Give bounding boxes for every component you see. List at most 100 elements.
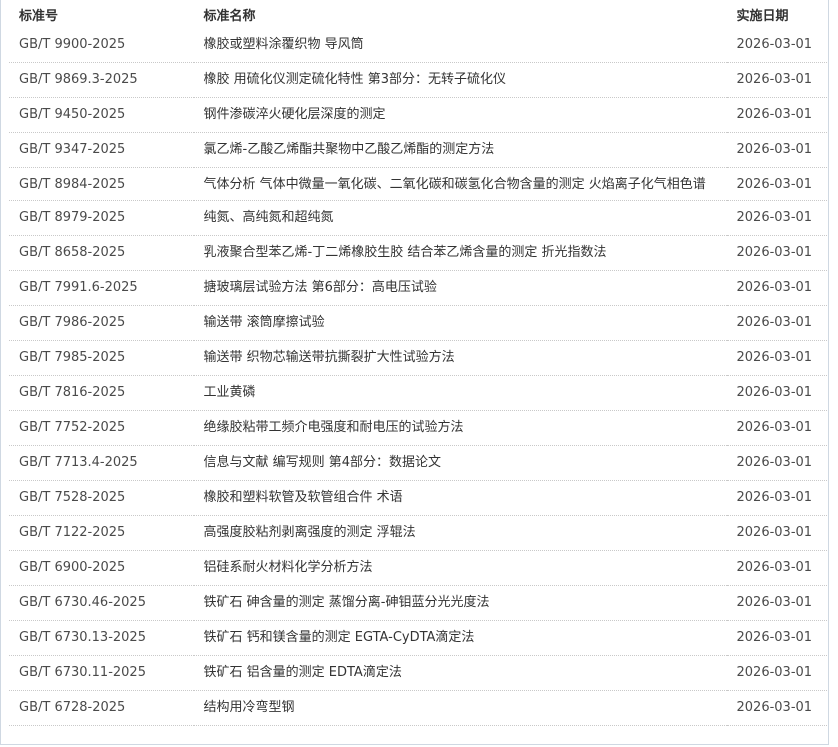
standard-number[interactable]: GB/T 6730.46-2025 [9,585,194,621]
standard-name-text[interactable]: 橡胶 用硫化仪测定硫化特性 第3部分：无转子硫化仪 [204,68,719,92]
standard-name-text[interactable]: 橡胶和塑料软管及软管组合件 术语 [204,486,719,510]
table-body: GB/T 9900-2025 橡胶或塑料涂覆织物 导风筒 2026-03-01 … [9,28,828,726]
standard-name[interactable]: 纯氮、高纯氮和超纯氮 [193,200,727,236]
standard-name[interactable]: 铝硅系耐火材料化学分析方法 [193,550,727,586]
standard-name-text[interactable]: 输送带 织物芯输送带抗撕裂扩大性试验方法 [204,346,719,370]
standard-number[interactable]: GB/T 7752-2025 [9,410,194,446]
standard-name-text[interactable]: 输送带 滚筒摩擦试验 [204,311,719,335]
table-row[interactable]: GB/T 6730.46-2025 铁矿石 砷含量的测定 蒸馏分离-砷钼蓝分光光… [9,585,828,621]
standard-name[interactable]: 气体分析 气体中微量一氧化碳、二氧化碳和碳氢化合物含量的测定 火焰离子化气相色谱 [193,167,727,201]
standard-number[interactable]: GB/T 7816-2025 [9,375,194,411]
implementation-date: 2026-03-01 [726,515,828,551]
implementation-date: 2026-03-01 [726,167,828,201]
standard-number[interactable]: GB/T 8658-2025 [9,235,194,271]
standard-number[interactable]: GB/T 7528-2025 [9,480,194,516]
standard-name-text[interactable]: 钢件渗碳淬火硬化层深度的测定 [204,103,719,127]
standard-name-text[interactable]: 铁矿石 铝含量的测定 EDTA滴定法 [204,661,719,685]
standard-name[interactable]: 搪玻璃层试验方法 第6部分：高电压试验 [193,270,727,306]
table-row[interactable]: GB/T 9869.3-2025 橡胶 用硫化仪测定硫化特性 第3部分：无转子硫… [9,62,828,98]
standard-number[interactable]: GB/T 6900-2025 [9,550,194,586]
table-row[interactable]: GB/T 6730.13-2025 铁矿石 钙和镁含量的测定 EGTA-CyDT… [9,620,828,656]
standard-name[interactable]: 氯乙烯-乙酸乙烯酯共聚物中乙酸乙烯酯的测定方法 [193,132,727,168]
table-row[interactable]: GB/T 7528-2025 橡胶和塑料软管及软管组合件 术语 2026-03-… [9,480,828,516]
table-row[interactable]: GB/T 9347-2025 氯乙烯-乙酸乙烯酯共聚物中乙酸乙烯酯的测定方法 2… [9,132,828,168]
table-row[interactable]: GB/T 7752-2025 绝缘胶粘带工频介电强度和耐电压的试验方法 2026… [9,410,828,446]
table-row[interactable]: GB/T 7816-2025 工业黄磷 2026-03-01 [9,375,828,411]
standard-name[interactable]: 铁矿石 铝含量的测定 EDTA滴定法 [193,655,727,691]
standard-name-text[interactable]: 高强度胶粘剂剥离强度的测定 浮辊法 [204,521,719,545]
standard-name[interactable]: 信息与文献 编写规则 第4部分：数据论文 [193,445,727,481]
standard-name-text[interactable]: 结构用冷弯型钢 [204,696,719,720]
standard-name-text[interactable]: 气体分析 气体中微量一氧化碳、二氧化碳和碳氢化合物含量的测定 火焰离子化气相色谱 [204,173,719,197]
standard-name[interactable]: 钢件渗碳淬火硬化层深度的测定 [193,97,727,133]
standard-name[interactable]: 橡胶 用硫化仪测定硫化特性 第3部分：无转子硫化仪 [193,62,727,98]
table-row[interactable]: GB/T 7713.4-2025 信息与文献 编写规则 第4部分：数据论文 20… [9,445,828,481]
table-row[interactable]: GB/T 6900-2025 铝硅系耐火材料化学分析方法 2026-03-01 [9,550,828,586]
table-row[interactable]: GB/T 6730.11-2025 铁矿石 铝含量的测定 EDTA滴定法 202… [9,655,828,691]
standard-number[interactable]: GB/T 8984-2025 [9,167,194,201]
table-row[interactable]: GB/T 8658-2025 乳液聚合型苯乙烯-丁二烯橡胶生胶 结合苯乙烯含量的… [9,235,828,271]
standard-number[interactable]: GB/T 6728-2025 [9,690,194,726]
standard-number[interactable]: GB/T 7122-2025 [9,515,194,551]
header-standard-number: 标准号 [19,8,59,24]
table-row[interactable]: GB/T 9900-2025 橡胶或塑料涂覆织物 导风筒 2026-03-01 [9,28,828,63]
standard-name[interactable]: 绝缘胶粘带工频介电强度和耐电压的试验方法 [193,410,727,446]
standard-number[interactable]: GB/T 7986-2025 [9,305,194,341]
implementation-date: 2026-03-01 [726,655,828,691]
standard-name-text[interactable]: 铁矿石 钙和镁含量的测定 EGTA-CyDTA滴定法 [204,626,719,650]
implementation-date: 2026-03-01 [726,585,828,621]
implementation-date: 2026-03-01 [726,305,828,341]
implementation-date: 2026-03-01 [726,410,828,446]
standards-table: 标准号 标准名称 实施日期 GB/T 9900-2025 橡胶或塑料涂覆织物 导… [9,0,828,726]
standard-name[interactable]: 输送带 滚筒摩擦试验 [193,305,727,341]
standard-name-text[interactable]: 铝硅系耐火材料化学分析方法 [204,556,719,580]
standard-number[interactable]: GB/T 9869.3-2025 [9,62,194,98]
implementation-date: 2026-03-01 [726,270,828,306]
table-row[interactable]: GB/T 7986-2025 输送带 滚筒摩擦试验 2026-03-01 [9,305,828,341]
implementation-date: 2026-03-01 [726,62,828,98]
table-row[interactable]: GB/T 8979-2025 纯氮、高纯氮和超纯氮 2026-03-01 [9,200,828,236]
standard-name[interactable]: 铁矿石 砷含量的测定 蒸馏分离-砷钼蓝分光光度法 [193,585,727,621]
table-row[interactable]: GB/T 6728-2025 结构用冷弯型钢 2026-03-01 [9,690,828,726]
standard-number[interactable]: GB/T 7713.4-2025 [9,445,194,481]
standard-number[interactable]: GB/T 9450-2025 [9,97,194,133]
standard-name[interactable]: 乳液聚合型苯乙烯-丁二烯橡胶生胶 结合苯乙烯含量的测定 折光指数法 [193,235,727,271]
standard-name-text[interactable]: 纯氮、高纯氮和超纯氮 [204,206,719,230]
implementation-date: 2026-03-01 [726,445,828,481]
implementation-date: 2026-03-01 [726,375,828,411]
standard-name-text[interactable]: 绝缘胶粘带工频介电强度和耐电压的试验方法 [204,416,719,440]
table-row[interactable]: GB/T 7122-2025 高强度胶粘剂剥离强度的测定 浮辊法 2026-03… [9,515,828,551]
header-implementation-date: 实施日期 [736,8,789,24]
standard-name[interactable]: 橡胶或塑料涂覆织物 导风筒 [193,28,727,63]
table-row[interactable]: GB/T 7985-2025 输送带 织物芯输送带抗撕裂扩大性试验方法 2026… [9,340,828,376]
standard-name[interactable]: 工业黄磷 [193,375,727,411]
standard-name-text[interactable]: 乳液聚合型苯乙烯-丁二烯橡胶生胶 结合苯乙烯含量的测定 折光指数法 [204,241,719,265]
header-standard-name: 标准名称 [203,8,256,24]
standard-name-text[interactable]: 搪玻璃层试验方法 第6部分：高电压试验 [204,276,719,300]
standard-number[interactable]: GB/T 9900-2025 [9,28,194,63]
table-row[interactable]: GB/T 7991.6-2025 搪玻璃层试验方法 第6部分：高电压试验 202… [9,270,828,306]
standard-number[interactable]: GB/T 7991.6-2025 [9,270,194,306]
table-row[interactable]: GB/T 8984-2025 气体分析 气体中微量一氧化碳、二氧化碳和碳氢化合物… [9,167,828,201]
standard-name[interactable]: 橡胶和塑料软管及软管组合件 术语 [193,480,727,516]
implementation-date: 2026-03-01 [726,340,828,376]
standard-number[interactable]: GB/T 6730.13-2025 [9,620,194,656]
standard-number[interactable]: GB/T 9347-2025 [9,132,194,168]
table-row[interactable]: GB/T 9450-2025 钢件渗碳淬火硬化层深度的测定 2026-03-01 [9,97,828,133]
standard-name[interactable]: 结构用冷弯型钢 [193,690,727,726]
standard-name-text[interactable]: 信息与文献 编写规则 第4部分：数据论文 [204,451,719,475]
standard-number[interactable]: GB/T 7985-2025 [9,340,194,376]
standard-name-text[interactable]: 橡胶或塑料涂覆织物 导风筒 [204,33,719,57]
standard-name[interactable]: 高强度胶粘剂剥离强度的测定 浮辊法 [193,515,727,551]
standard-name-text[interactable]: 氯乙烯-乙酸乙烯酯共聚物中乙酸乙烯酯的测定方法 [204,138,719,162]
standard-name[interactable]: 输送带 织物芯输送带抗撕裂扩大性试验方法 [193,340,727,376]
standard-name[interactable]: 铁矿石 钙和镁含量的测定 EGTA-CyDTA滴定法 [193,620,727,656]
standard-number[interactable]: GB/T 6730.11-2025 [9,655,194,691]
implementation-date: 2026-03-01 [726,28,828,63]
standards-list-panel: 标准号 标准名称 实施日期 GB/T 9900-2025 橡胶或塑料涂覆织物 导… [0,0,829,745]
standard-name-text[interactable]: 工业黄磷 [204,381,719,405]
standard-number[interactable]: GB/T 8979-2025 [9,200,194,236]
standard-name-text[interactable]: 铁矿石 砷含量的测定 蒸馏分离-砷钼蓝分光光度法 [204,591,719,615]
implementation-date: 2026-03-01 [726,235,828,271]
header-row: 标准号 标准名称 实施日期 [9,0,828,28]
